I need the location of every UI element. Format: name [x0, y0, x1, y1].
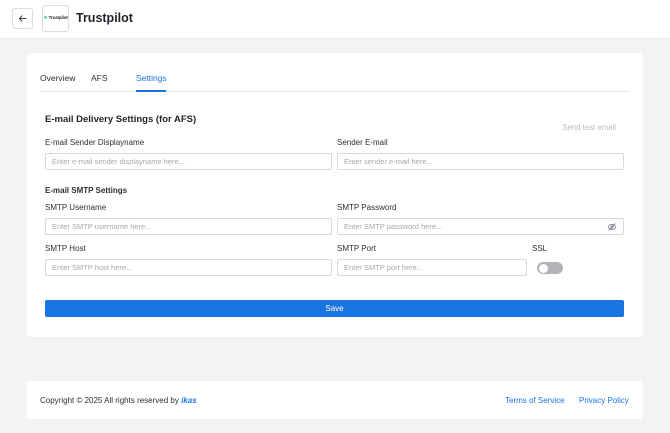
- footer: Copyright © 2025 All rights reserved by …: [27, 381, 643, 419]
- app-logo: ★ Trustpilot: [42, 5, 69, 32]
- star-icon: ★: [43, 15, 48, 21]
- sender-name-input[interactable]: [45, 153, 332, 170]
- active-tab-indicator: [136, 90, 166, 92]
- section-title: E-mail Delivery Settings (for AFS): [45, 114, 197, 125]
- copyright-prefix: Copyright © 2025 All rights reserved by: [40, 396, 182, 405]
- sender-email-label: Sender E-mail: [337, 138, 388, 147]
- smtp-username-input[interactable]: [45, 218, 332, 235]
- save-button[interactable]: Save: [45, 300, 624, 317]
- tab-bar: Overview AFS Settings: [40, 53, 629, 92]
- copyright-text: Copyright © 2025 All rights reserved by …: [40, 396, 197, 405]
- smtp-password-input[interactable]: [337, 218, 624, 235]
- smtp-port-input[interactable]: [337, 259, 527, 276]
- ssl-toggle-knob: [538, 263, 548, 273]
- tab-overview[interactable]: Overview: [40, 73, 75, 83]
- smtp-section-title: E-mail SMTP Settings: [45, 186, 128, 195]
- back-button[interactable]: [12, 8, 33, 29]
- settings-card: Overview AFS Settings E-mail Delivery Se…: [27, 53, 643, 337]
- tab-afs[interactable]: AFS: [91, 73, 108, 83]
- terms-of-service-link[interactable]: Terms of Service: [505, 396, 565, 405]
- ssl-toggle[interactable]: [537, 262, 563, 274]
- top-bar: ★ Trustpilot Trustpilot: [0, 0, 670, 39]
- sender-name-label: E-mail Sender Displayname: [45, 138, 145, 147]
- ssl-label: SSL: [532, 244, 548, 253]
- smtp-host-input[interactable]: [45, 259, 332, 276]
- eye-slash-icon[interactable]: [607, 223, 617, 231]
- smtp-host-label: SMTP Host: [45, 244, 86, 253]
- smtp-username-label: SMTP Username: [45, 203, 107, 212]
- app-title: Trustpilot: [76, 11, 133, 25]
- send-test-email-button[interactable]: Send test email: [562, 123, 616, 132]
- sender-email-input[interactable]: [337, 153, 624, 170]
- tab-settings[interactable]: Settings: [136, 73, 167, 83]
- arrow-left-icon: [18, 15, 27, 22]
- ikas-link[interactable]: ikas: [181, 396, 197, 405]
- logo-wordmark: Trustpilot: [48, 15, 68, 21]
- smtp-password-label: SMTP Password: [337, 203, 397, 212]
- privacy-policy-link[interactable]: Privacy Policy: [579, 396, 629, 405]
- smtp-port-label: SMTP Port: [337, 244, 376, 253]
